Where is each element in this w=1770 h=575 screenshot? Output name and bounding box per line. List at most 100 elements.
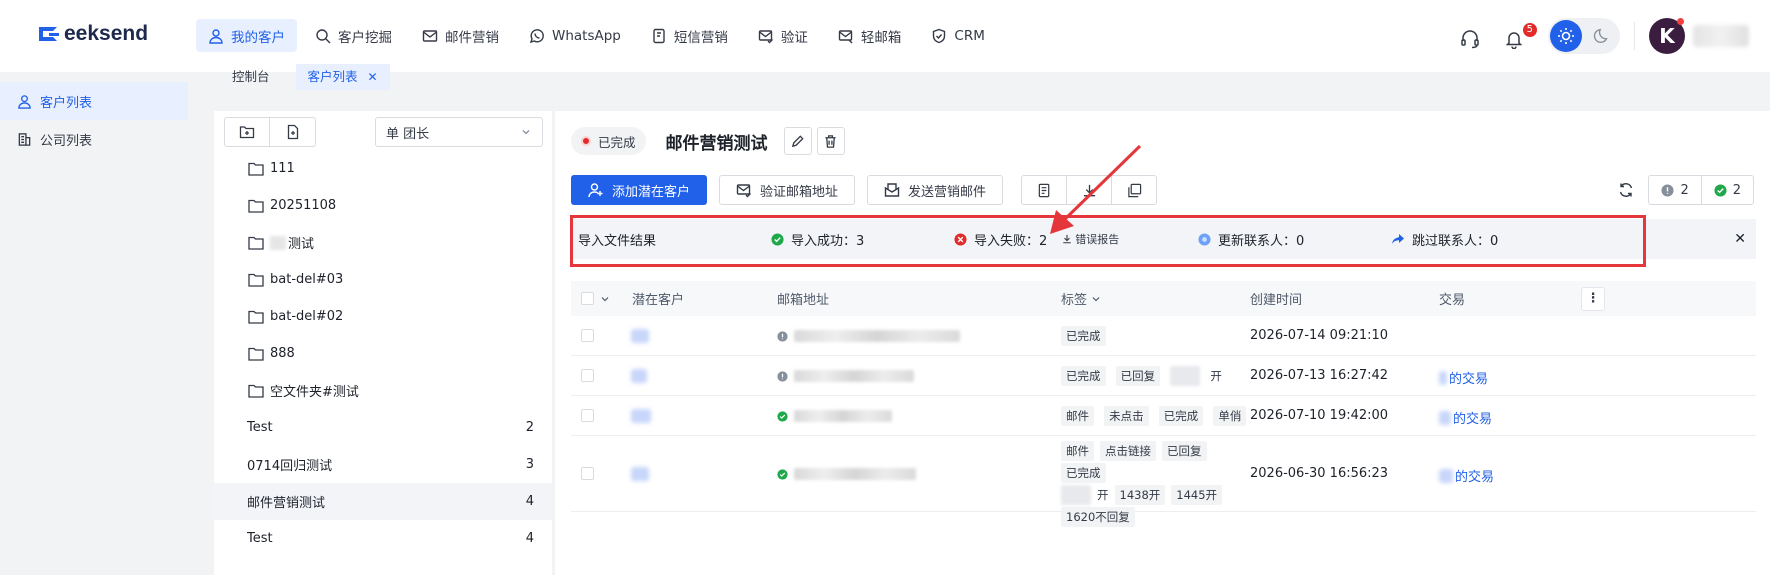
refresh-icon[interactable]: [1618, 182, 1634, 198]
tree-list-count: 4: [525, 531, 534, 546]
logo[interactable]: eeksend: [38, 22, 148, 46]
verify-email-button[interactable]: 验证邮箱地址: [719, 175, 856, 205]
download-button[interactable]: [1066, 175, 1113, 205]
tree-folder-888[interactable]: 888: [214, 335, 552, 372]
header-deal[interactable]: 交易: [1439, 289, 1465, 308]
warning-count-button[interactable]: 2: [1648, 175, 1702, 205]
ok-count-button[interactable]: 2: [1701, 175, 1754, 205]
tab-customer-list[interactable]: 客户列表 ✕: [295, 64, 390, 90]
error-report-label: 错误报告: [1075, 233, 1120, 246]
tree-list-item-selected[interactable]: 邮件营销测试 4: [214, 483, 552, 520]
copy-icon: [1127, 183, 1141, 197]
send-email-button[interactable]: 发送营销邮件: [867, 175, 1004, 205]
customer-name-blurred[interactable]: [631, 369, 647, 383]
error-report-link[interactable]: 错误报告: [1062, 231, 1119, 247]
folder-icon: [248, 236, 264, 250]
nav-light-mailbox[interactable]: 轻邮箱: [826, 19, 914, 52]
nav-crm[interactable]: CRM: [919, 19, 996, 52]
owner-select[interactable]: 单 团长: [375, 117, 543, 147]
table-row[interactable]: 已完成 2026-07-14 09:21:10: [571, 316, 1756, 356]
row-checkbox[interactable]: [581, 467, 594, 480]
icon-button-group: [1021, 175, 1158, 205]
deal-link[interactable]: 的交易: [1439, 408, 1492, 427]
row-checkbox[interactable]: [581, 329, 594, 342]
new-folder-button[interactable]: [224, 117, 270, 147]
tree-folder-bat-del-03[interactable]: bat-del#03: [214, 261, 552, 298]
nav-verify[interactable]: 验证: [746, 19, 820, 52]
chevron-down-icon[interactable]: [214, 349, 244, 359]
nav-label: 验证: [780, 29, 808, 46]
email-cell: [777, 410, 892, 422]
customer-name-blurred[interactable]: [631, 329, 649, 343]
deal-link[interactable]: 的交易: [1439, 466, 1494, 485]
tree-list-item[interactable]: Test 2: [214, 409, 552, 446]
table-row[interactable]: 已完成 已回复 xx 开 2026-07-13 16:27:42 的交易: [571, 356, 1756, 396]
nav-customer-mining[interactable]: 客户挖掘: [303, 19, 404, 52]
row-checkbox[interactable]: [581, 369, 594, 382]
nav-label: WhatsApp: [552, 27, 621, 44]
nav-my-customers[interactable]: 我的客户: [196, 19, 297, 52]
tree-list-item[interactable]: 0714回归测试 3: [214, 446, 552, 483]
dark-mode-button[interactable]: [1588, 27, 1616, 45]
nav-whatsapp[interactable]: WhatsApp: [517, 19, 633, 52]
chevron-down-icon[interactable]: [214, 275, 244, 285]
tree-folder-test[interactable]: 测试: [214, 224, 552, 261]
close-icon[interactable]: ✕: [368, 64, 378, 90]
chevron-down-icon[interactable]: [214, 312, 244, 322]
header-email[interactable]: 邮箱地址: [777, 289, 829, 308]
notifications-button[interactable]: 5: [1504, 22, 1537, 51]
tab-dashboard[interactable]: 控制台: [226, 64, 276, 90]
download-icon: [1083, 184, 1095, 196]
chevron-right-icon[interactable]: [214, 238, 244, 248]
header-customer[interactable]: 潜在客户: [632, 289, 684, 308]
new-file-button[interactable]: [270, 117, 316, 147]
row-checkbox[interactable]: [581, 409, 594, 422]
table-row[interactable]: 邮件 未点击 已完成 单俏 2026-07-10 19:42:00 的交易: [571, 396, 1756, 436]
select-all-checkbox[interactable]: [581, 292, 594, 305]
check-circle-icon: [1714, 183, 1727, 197]
nav-sms-marketing[interactable]: 短信营销: [639, 19, 740, 52]
tree-folder-bat-del-02[interactable]: bat-del#02: [214, 298, 552, 335]
tree-folder-label: 测试: [288, 237, 315, 252]
delete-button[interactable]: [816, 127, 845, 155]
tree-folder-20251108[interactable]: 20251108: [214, 187, 552, 224]
header-tags[interactable]: 标签: [1061, 289, 1101, 308]
sidebar-item-company-list[interactable]: 公司列表: [0, 120, 188, 158]
support-button[interactable]: [1460, 29, 1482, 51]
tag: 开: [1210, 369, 1222, 383]
customer-name-blurred[interactable]: [631, 409, 651, 423]
light-mode-button[interactable]: [1550, 20, 1582, 52]
deal-link[interactable]: 的交易: [1439, 368, 1488, 387]
copy-button[interactable]: [1111, 175, 1158, 205]
folder-icon: [248, 162, 264, 176]
tag: 已完成: [1061, 366, 1106, 386]
nav-email-marketing[interactable]: 邮件营销: [410, 19, 511, 52]
tree-list-count: 4: [525, 494, 534, 509]
tree-folder-empty-test[interactable]: 空文件夹#测试: [214, 372, 552, 409]
tree-list-item[interactable]: Test 4: [214, 520, 552, 557]
report-button[interactable]: [1021, 175, 1068, 205]
list-right-tools: 2 2: [1618, 175, 1754, 205]
add-lead-button[interactable]: 添加潜在客户: [571, 175, 708, 205]
select-all[interactable]: [581, 292, 610, 305]
tree-folder-111[interactable]: 111: [214, 150, 552, 187]
chevron-down-icon[interactable]: [600, 294, 610, 304]
avatar[interactable]: K: [1649, 18, 1685, 54]
customer-name-blurred[interactable]: [631, 467, 649, 481]
close-icon[interactable]: ✕: [1734, 231, 1746, 247]
folder-icon: [248, 384, 264, 398]
chevron-right-icon[interactable]: [214, 201, 244, 211]
chevron-right-icon[interactable]: [214, 164, 244, 174]
folder-icon: [248, 347, 264, 361]
edit-button[interactable]: [783, 127, 812, 155]
import-updated-text: 更新联系人：0: [1218, 233, 1305, 249]
header-created[interactable]: 创建时间: [1250, 289, 1302, 308]
sidebar-item-customer-list[interactable]: 客户列表: [0, 82, 188, 120]
theme-toggle[interactable]: [1548, 18, 1620, 54]
chevron-right-icon[interactable]: [214, 386, 244, 396]
table-row[interactable]: 邮件点击链接已回复已完成 xx 开 1438开1445开 1620不回复 2026-…: [571, 436, 1756, 527]
avatar-status-dot: [1677, 18, 1684, 25]
nav-label: 邮件营销: [445, 29, 499, 46]
column-settings-button[interactable]: ⋮: [1581, 286, 1605, 311]
count-group: 2 2: [1648, 175, 1754, 205]
